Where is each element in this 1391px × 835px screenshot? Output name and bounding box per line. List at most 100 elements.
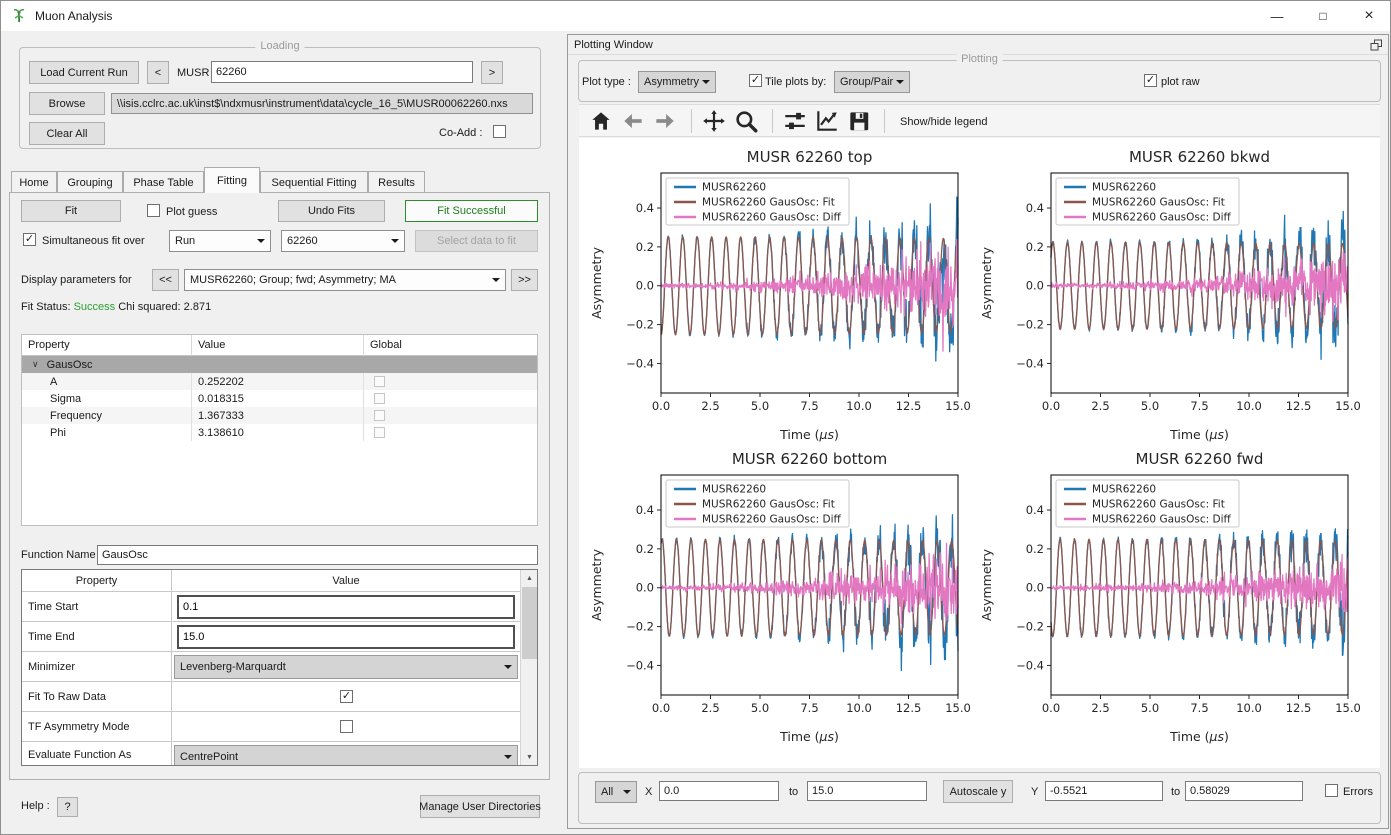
coadd-checkbox[interactable] <box>493 125 506 138</box>
param-value[interactable]: 0.018315 <box>192 390 364 407</box>
setting-row-minimizer: Minimizer Levenberg-Marquardt <box>22 652 520 682</box>
zoom-icon[interactable] <box>733 108 759 134</box>
fit-button[interactable]: Fit <box>21 200 121 222</box>
scrollbar-thumb[interactable] <box>522 587 537 659</box>
plot-guess-checkbox[interactable] <box>147 204 160 217</box>
tab-results[interactable]: Results <box>368 171 425 193</box>
subplot-settings-icon[interactable] <box>782 108 808 134</box>
svg-text:−0.2: −0.2 <box>1016 620 1044 634</box>
load-current-run-button[interactable]: Load Current Run <box>29 61 139 84</box>
browse-button[interactable]: Browse <box>29 92 105 115</box>
collapse-chevron-icon[interactable]: ∨ <box>32 359 39 370</box>
svg-text:15.0: 15.0 <box>945 701 971 715</box>
next-run-button[interactable]: > <box>481 61 503 84</box>
svg-text:−0.2: −0.2 <box>626 620 654 634</box>
scroll-down-icon[interactable]: ▼ <box>521 749 538 765</box>
param-row-a[interactable]: A 0.252202 <box>22 373 537 390</box>
time-start-input[interactable] <box>177 595 515 619</box>
errors-checkbox[interactable] <box>1325 784 1338 797</box>
global-checkbox[interactable] <box>374 376 385 387</box>
fit-to-raw-checkbox[interactable]: ✓ <box>340 690 353 703</box>
clear-all-button[interactable]: Clear All <box>29 122 105 145</box>
y-min-input[interactable] <box>1045 781 1163 801</box>
global-checkbox[interactable] <box>374 427 385 438</box>
x-min-input[interactable] <box>659 781 779 801</box>
run-select-dropdown[interactable]: 62260 <box>281 230 405 252</box>
tile-by-dropdown[interactable]: Group/Pair <box>834 71 910 93</box>
function-row-label: GausOsc <box>47 359 93 371</box>
param-value[interactable]: 3.138610 <box>192 424 364 441</box>
customize-plot-icon[interactable] <box>814 108 840 134</box>
setting-name: Fit To Raw Data <box>22 682 172 711</box>
close-button[interactable]: × <box>1346 1 1391 31</box>
back-arrow-icon[interactable] <box>620 108 646 134</box>
svg-text:MUSR62260 GausOsc: Diff: MUSR62260 GausOsc: Diff <box>702 514 842 526</box>
plot-raw-checkbox[interactable]: ✓ <box>1144 74 1157 87</box>
evaluate-function-dropdown[interactable]: CentrePoint <box>174 745 518 766</box>
svg-text:MUSR62260: MUSR62260 <box>702 182 766 194</box>
param-row-frequency[interactable]: Frequency 1.367333 <box>22 407 537 424</box>
settings-header-property[interactable]: Property <box>22 570 172 591</box>
plotting-window-titlebar[interactable]: Plotting Window <box>568 35 1388 55</box>
time-end-input[interactable] <box>177 625 515 649</box>
svg-text:15.0: 15.0 <box>1335 399 1361 413</box>
run-number-input[interactable] <box>211 61 473 83</box>
axis-scope-dropdown[interactable]: All <box>595 781 637 803</box>
previous-dataset-button[interactable]: << <box>152 269 179 291</box>
tab-fitting[interactable]: Fitting <box>204 167 260 193</box>
undo-fits-button[interactable]: Undo Fits <box>278 200 385 222</box>
param-row-sigma[interactable]: Sigma 0.018315 <box>22 390 537 407</box>
float-dock-icon[interactable] <box>1370 39 1383 51</box>
function-name-input[interactable] <box>97 545 538 565</box>
svg-text:0.2: 0.2 <box>636 542 654 556</box>
tab-grouping[interactable]: Grouping <box>57 171 123 193</box>
chevron-down-icon <box>504 665 512 673</box>
plot-canvas[interactable]: 0.02.55.07.510.012.515.0−0.4−0.20.00.20.… <box>579 138 1380 768</box>
help-button[interactable]: ? <box>57 797 78 817</box>
dataset-dropdown[interactable]: MUSR62260; Group; fwd; Asymmetry; MA <box>184 269 506 291</box>
coadd-label: Co-Add : <box>439 127 482 139</box>
plot-type-dropdown[interactable]: Asymmetry <box>638 71 716 93</box>
param-value[interactable]: 1.367333 <box>192 407 364 424</box>
tab-sequential-fitting[interactable]: Sequential Fitting <box>260 171 368 193</box>
y-max-input[interactable] <box>1185 781 1303 801</box>
tf-asymmetry-checkbox[interactable] <box>340 720 353 733</box>
param-row-function[interactable]: ∨ GausOsc <box>22 356 537 373</box>
previous-run-button[interactable]: < <box>147 61 169 84</box>
svg-text:MUSR 62260 top: MUSR 62260 top <box>747 148 873 166</box>
setting-name: Evaluate Function As <box>22 742 172 766</box>
manage-user-directories-button[interactable]: Manage User Directories <box>420 795 540 818</box>
global-checkbox[interactable] <box>374 393 385 404</box>
plot-type-value: Asymmetry <box>644 76 699 88</box>
tab-phase-table[interactable]: Phase Table <box>123 171 204 193</box>
save-icon[interactable] <box>846 108 872 134</box>
minimizer-dropdown[interactable]: Levenberg-Marquardt <box>174 655 518 679</box>
home-icon[interactable] <box>588 108 614 134</box>
param-table-header: Property Value Global <box>22 335 537 356</box>
fit-by-dropdown[interactable]: Run <box>169 230 271 252</box>
settings-header-value[interactable]: Value <box>172 570 520 592</box>
tile-plots-checkbox[interactable]: ✓ <box>749 74 762 87</box>
pan-icon[interactable] <box>701 108 727 134</box>
maximize-button[interactable]: □ <box>1300 1 1346 31</box>
param-value[interactable]: 0.252202 <box>192 373 364 390</box>
check-icon: ✓ <box>25 235 34 244</box>
simultaneous-fit-checkbox[interactable]: ✓ <box>23 233 36 246</box>
forward-arrow-icon[interactable] <box>652 108 678 134</box>
global-checkbox[interactable] <box>374 410 385 421</box>
param-header-value[interactable]: Value <box>192 335 364 356</box>
scroll-up-icon[interactable]: ▲ <box>521 570 538 586</box>
next-dataset-button[interactable]: >> <box>511 269 538 291</box>
param-header-global[interactable]: Global <box>364 335 537 356</box>
minimize-button[interactable]: — <box>1254 1 1300 31</box>
autoscale-y-button[interactable]: Autoscale y <box>943 780 1013 803</box>
show-hide-legend-button[interactable]: Show/hide legend <box>894 105 993 138</box>
tab-home[interactable]: Home <box>11 171 57 193</box>
param-header-property[interactable]: Property <box>22 335 192 356</box>
param-row-phi[interactable]: Phi 3.138610 <box>22 424 537 441</box>
svg-text:0.0: 0.0 <box>636 581 654 595</box>
x-max-input[interactable] <box>807 781 927 801</box>
settings-scrollbar[interactable]: ▲ ▼ <box>520 570 537 765</box>
svg-text:Asymmetry: Asymmetry <box>979 548 994 621</box>
fit-by-value: Run <box>175 235 195 247</box>
